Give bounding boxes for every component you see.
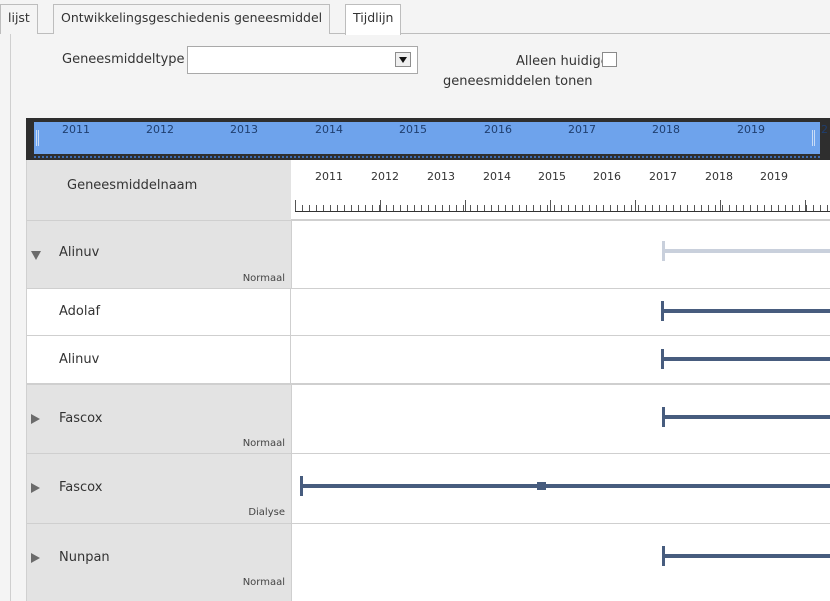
timeline-overview[interactable]: 2011 2012 2013 2014 2015 2016 2017 2018 … bbox=[26, 118, 830, 160]
child-row[interactable]: Adolaf bbox=[27, 288, 830, 335]
medication-name: Adolaf bbox=[59, 304, 101, 319]
medication-name: Alinuv bbox=[59, 352, 100, 367]
overview-year: 2012 bbox=[146, 123, 174, 136]
timeline-bar[interactable] bbox=[662, 554, 830, 558]
dosage-type: Normaal bbox=[242, 438, 285, 449]
overview-year: 2019 bbox=[737, 123, 765, 136]
timeline-bar[interactable] bbox=[300, 484, 830, 488]
overview-year: 2011 bbox=[62, 123, 90, 136]
chevron-down-icon bbox=[399, 57, 407, 63]
timeline-lane bbox=[291, 524, 830, 601]
dose-change-marker[interactable] bbox=[537, 482, 546, 490]
scale-year: 2019 bbox=[760, 170, 788, 183]
overview-year: 2014 bbox=[315, 123, 343, 136]
tab-tijdlijn[interactable]: Tijdlijn bbox=[345, 4, 402, 35]
timeline-scale: 2011 2012 2013 2014 2015 2016 2017 2018 … bbox=[291, 160, 830, 220]
timeline-lane bbox=[291, 336, 830, 383]
overview-year: 2013 bbox=[230, 123, 258, 136]
scale-year: 2012 bbox=[371, 170, 399, 183]
medication-name: Nunpan bbox=[59, 550, 110, 565]
timeline-grid: Geneesmiddelnaam 2011 2012 2013 2014 201… bbox=[26, 160, 830, 601]
tab-lijst[interactable]: lijst bbox=[0, 4, 38, 34]
scale-year: 2014 bbox=[483, 170, 511, 183]
dropdown-button[interactable] bbox=[395, 52, 411, 67]
current-only-checkbox[interactable] bbox=[602, 52, 617, 67]
scale-year: 2018 bbox=[705, 170, 733, 183]
group-row[interactable]: Fascox Normaal bbox=[27, 383, 830, 453]
medication-type-label: Geneesmiddeltype bbox=[62, 52, 185, 67]
medication-name: Fascox bbox=[59, 480, 103, 495]
timeline-bar[interactable] bbox=[661, 357, 830, 361]
medication-name: Alinuv bbox=[59, 245, 100, 260]
group-name-cell: Nunpan Normaal bbox=[27, 524, 291, 601]
current-only-label-line2: geneesmiddelen tonen bbox=[443, 74, 593, 89]
overview-year: 2015 bbox=[399, 123, 427, 136]
group-row[interactable]: Fascox Dialyse bbox=[27, 453, 830, 523]
overview-year: 2018 bbox=[652, 123, 680, 136]
timeline-ticks bbox=[295, 200, 830, 212]
expand-triangle-icon[interactable] bbox=[31, 553, 40, 563]
overview-year: 2016 bbox=[484, 123, 512, 136]
expand-triangle-icon[interactable] bbox=[31, 414, 40, 424]
timeline-lane bbox=[291, 454, 830, 523]
group-name-cell: Fascox Normaal bbox=[27, 385, 291, 453]
range-start-handle[interactable] bbox=[36, 130, 39, 146]
child-name-cell: Alinuv bbox=[27, 336, 291, 383]
dosage-type: Dialyse bbox=[248, 507, 285, 518]
group-row[interactable]: Nunpan Normaal bbox=[27, 523, 830, 601]
timeline-bar[interactable] bbox=[662, 249, 830, 253]
tab-bar: lijst Ontwikkelingsgeschiedenis geneesmi… bbox=[0, 0, 830, 35]
overview-year: 2017 bbox=[568, 123, 596, 136]
expand-triangle-icon[interactable] bbox=[31, 483, 40, 493]
scale-year: 2011 bbox=[315, 170, 343, 183]
scale-year: 2015 bbox=[538, 170, 566, 183]
child-row[interactable]: Alinuv bbox=[27, 335, 830, 383]
timeline-lane bbox=[291, 221, 830, 288]
group-name-cell: Fascox Dialyse bbox=[27, 454, 291, 523]
medication-type-select[interactable] bbox=[187, 46, 418, 74]
range-end-handle[interactable] bbox=[812, 130, 815, 146]
group-name-cell: Alinuv Normaal bbox=[27, 221, 291, 288]
scale-year: 2017 bbox=[649, 170, 677, 183]
collapse-triangle-icon[interactable] bbox=[31, 251, 41, 260]
child-name-cell: Adolaf bbox=[27, 289, 291, 335]
tab-ontwikkelingsgeschiedenis[interactable]: Ontwikkelingsgeschiedenis geneesmiddel bbox=[53, 4, 331, 34]
medication-name-header: Geneesmiddelnaam bbox=[27, 160, 291, 220]
overview-year: 2 bbox=[821, 123, 828, 136]
group-row[interactable]: Alinuv Normaal bbox=[27, 220, 830, 288]
timeline-lane bbox=[291, 289, 830, 335]
overview-dotted-line bbox=[34, 156, 820, 158]
medication-name: Fascox bbox=[59, 411, 103, 426]
scale-year: 2013 bbox=[427, 170, 455, 183]
timeline-lane bbox=[291, 385, 830, 453]
scale-year: 2016 bbox=[593, 170, 621, 183]
timeline-bar[interactable] bbox=[661, 309, 830, 313]
dosage-type: Normaal bbox=[242, 273, 285, 284]
medication-name-header-label: Geneesmiddelnaam bbox=[67, 178, 198, 193]
timeline-bar[interactable] bbox=[662, 415, 830, 419]
dosage-type: Normaal bbox=[242, 577, 285, 588]
current-only-label: Alleen huidige bbox=[516, 54, 609, 69]
